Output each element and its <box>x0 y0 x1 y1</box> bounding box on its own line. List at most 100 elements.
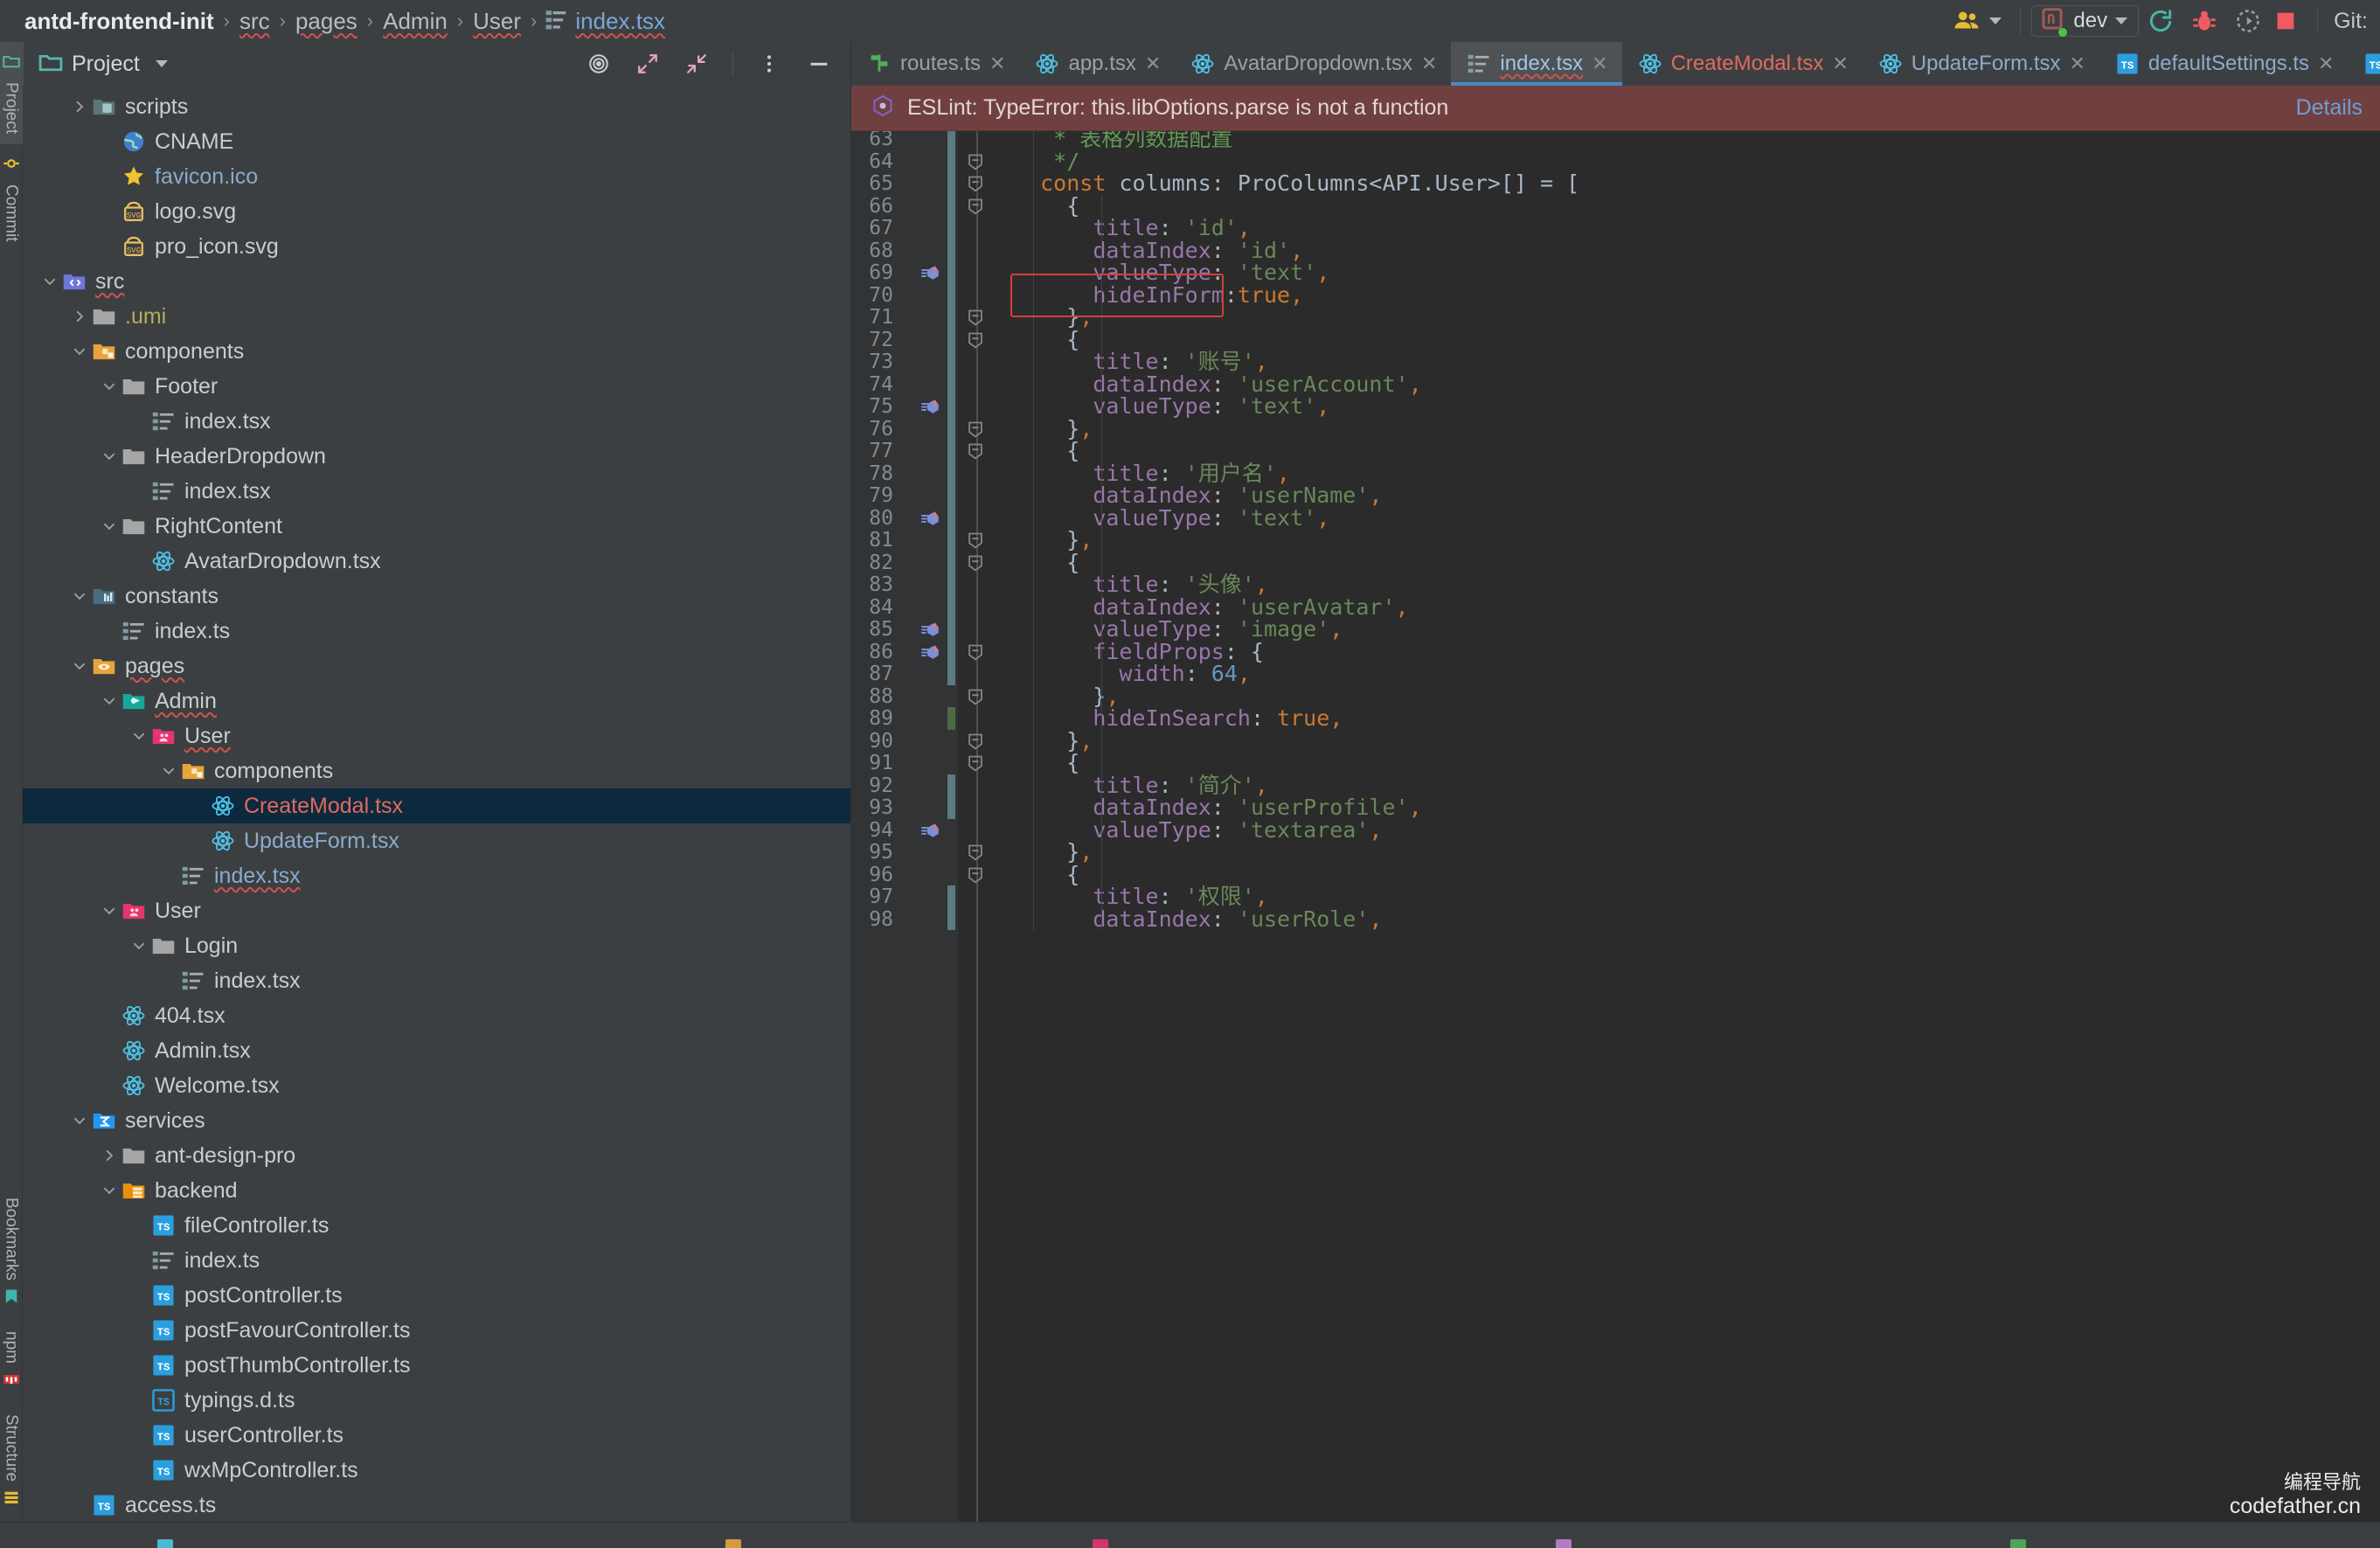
vcs-change-marker[interactable] <box>947 131 955 573</box>
sidebar-item-npm[interactable]: npm <box>0 1321 24 1404</box>
code-fold-toggle[interactable] <box>965 419 989 443</box>
chevron-down-icon[interactable] <box>98 903 121 919</box>
status-bar-item-icon[interactable] <box>725 1539 741 1548</box>
run-configuration-selector[interactable]: dev <box>2031 5 2140 37</box>
chevron-down-icon[interactable] <box>128 728 150 744</box>
tree-file-row[interactable]: index.tsx <box>23 858 850 893</box>
vcs-change-marker[interactable] <box>947 885 955 930</box>
sidebar-item-bookmarks[interactable]: Bookmarks <box>0 1187 24 1321</box>
stop-icon[interactable] <box>2265 3 2307 38</box>
tree-folder-row[interactable]: User <box>23 718 850 753</box>
editor-tab-bar[interactable]: routes.ts ✕ app.tsx ✕ AvatarDropdown.tsx ✕ ind… <box>851 42 2380 86</box>
code-fold-toggle[interactable] <box>965 307 989 331</box>
tree-folder-row[interactable]: backend <box>23 1173 850 1208</box>
vcs-change-marker[interactable] <box>947 573 955 685</box>
tree-file-row[interactable]: TS postThumbController.ts <box>23 1348 850 1383</box>
tree-file-row[interactable]: TS wxMpController.ts <box>23 1453 850 1488</box>
chevron-down-icon[interactable] <box>38 274 61 289</box>
sidebar-item-structure[interactable]: Structure <box>0 1404 24 1522</box>
tree-file-row[interactable]: index.ts <box>23 614 850 649</box>
tree-folder-row[interactable]: HeaderDropdown <box>23 439 850 474</box>
vcs-change-marker[interactable] <box>947 774 955 819</box>
code-editor[interactable]: 63 64 65 66 67 68 69 70 71 72 73 74 75 76 77 78 79 80 81 82… <box>851 131 2380 1522</box>
tree-folder-row[interactable]: components <box>23 753 850 788</box>
chevron-down-icon[interactable] <box>98 378 121 394</box>
more-options-icon[interactable] <box>749 52 789 75</box>
tree-folder-row[interactable]: Login <box>23 928 850 963</box>
editor-tab-use[interactable]: TSuse <box>2348 42 2380 86</box>
locate-target-icon[interactable] <box>579 52 619 75</box>
tree-file-row[interactable]: index.tsx <box>23 963 850 998</box>
chevron-down-icon[interactable] <box>128 938 150 954</box>
tree-file-row[interactable]: TS typings.d.ts <box>23 1383 850 1418</box>
code-fold-toggle[interactable] <box>965 530 989 554</box>
close-icon[interactable]: ✕ <box>2318 54 2334 73</box>
run-hint-gutter-icon[interactable] <box>921 262 942 288</box>
code-fold-toggle[interactable] <box>965 552 989 577</box>
code-fold-toggle[interactable] <box>965 196 989 220</box>
tree-file-row[interactable]: index.tsx <box>23 474 850 509</box>
code-fold-toggle[interactable] <box>965 642 989 666</box>
tree-file-row[interactable]: SVG pro_icon.svg <box>23 229 850 264</box>
tree-file-row[interactable]: index.ts <box>23 1243 850 1278</box>
editor-tab-index-tsx[interactable]: index.tsx ✕ <box>1451 42 1622 86</box>
status-bar-item-icon[interactable] <box>1093 1539 1108 1548</box>
run-hint-gutter-icon[interactable] <box>921 642 942 667</box>
tree-folder-row[interactable]: RightContent <box>23 509 850 544</box>
tree-folder-row[interactable]: .umi <box>23 299 850 334</box>
close-icon[interactable]: ✕ <box>2069 54 2085 73</box>
chevron-down-icon[interactable] <box>68 344 91 359</box>
project-file-tree[interactable]: scripts CNAME favicon.ico SVG logo.svg SVG pro… <box>23 86 850 1522</box>
chevron-down-icon[interactable] <box>68 588 91 604</box>
status-bar-item-icon[interactable] <box>1556 1539 1572 1548</box>
chevron-down-icon[interactable] <box>157 763 180 779</box>
chevron-down-icon[interactable] <box>98 518 121 534</box>
editor-tab-updateform-tsx[interactable]: UpdateForm.tsx ✕ <box>1863 42 2099 86</box>
code-fold-toggle[interactable] <box>965 731 989 755</box>
close-icon[interactable]: ✕ <box>989 54 1005 73</box>
chevron-down-icon[interactable] <box>155 60 168 67</box>
breadcrumb-item-pages[interactable]: pages <box>294 8 359 35</box>
people-icon[interactable] <box>1944 3 2009 38</box>
vcs-change-marker[interactable] <box>947 707 955 730</box>
breadcrumb-root[interactable]: antd-frontend-init <box>23 8 216 35</box>
tree-file-row[interactable]: TS postFavourController.ts <box>23 1313 850 1348</box>
chevron-down-icon[interactable] <box>98 693 121 709</box>
run-hint-gutter-icon[interactable] <box>921 396 942 421</box>
code-fold-toggle[interactable] <box>965 151 989 176</box>
run-hint-gutter-icon[interactable] <box>921 820 942 845</box>
chevron-right-icon[interactable] <box>68 99 91 115</box>
breadcrumb-item-file[interactable]: index.tsx <box>573 8 667 35</box>
expand-all-icon[interactable] <box>628 52 668 75</box>
editor-tab-avatardropdown-tsx[interactable]: AvatarDropdown.tsx ✕ <box>1175 42 1451 86</box>
tree-folder-row[interactable]: components <box>23 334 850 369</box>
debug-bug-icon[interactable] <box>2182 3 2226 38</box>
editor-tab-defaultsettings-ts[interactable]: TS defaultSettings.ts ✕ <box>2099 42 2349 86</box>
breadcrumb-item-admin[interactable]: Admin <box>381 8 449 35</box>
code-fold-toggle[interactable] <box>965 753 989 777</box>
tree-file-row[interactable]: TS postController.ts <box>23 1278 850 1313</box>
code-fold-toggle[interactable] <box>965 842 989 866</box>
code-fold-toggle[interactable] <box>965 330 989 354</box>
tree-file-row[interactable]: TS fileController.ts <box>23 1208 850 1243</box>
git-label[interactable]: Git: <box>2328 9 2368 34</box>
tree-file-row[interactable]: 404.tsx <box>23 998 850 1033</box>
code-fold-toggle[interactable] <box>965 173 989 198</box>
code-fold-toggle[interactable] <box>965 686 989 711</box>
editor-tab-app-tsx[interactable]: app.tsx ✕ <box>1019 42 1175 86</box>
editor-gutter[interactable]: 63 64 65 66 67 68 69 70 71 72 73 74 75 76 77 78 79 80 81 82… <box>851 131 958 1522</box>
tree-file-row[interactable]: favicon.ico <box>23 159 850 194</box>
hide-panel-icon[interactable] <box>798 52 840 76</box>
tree-folder-row[interactable]: User <box>23 893 850 928</box>
tree-file-row[interactable]: CNAME <box>23 124 850 159</box>
tree-file-row[interactable]: AvatarDropdown.tsx <box>23 544 850 579</box>
tree-folder-row[interactable]: pages <box>23 649 850 684</box>
chevron-right-icon[interactable] <box>68 309 91 324</box>
run-hint-gutter-icon[interactable] <box>921 508 942 533</box>
tree-folder-row[interactable]: ant-design-pro <box>23 1138 850 1173</box>
tree-file-row[interactable]: Welcome.tsx <box>23 1068 850 1103</box>
editor-tab-createmodal-tsx[interactable]: CreateModal.tsx ✕ <box>1622 42 1863 86</box>
tree-folder-row[interactable]: Footer <box>23 369 850 404</box>
code-fold-toggle[interactable] <box>965 441 989 465</box>
tree-folder-row[interactable]: services <box>23 1103 850 1138</box>
